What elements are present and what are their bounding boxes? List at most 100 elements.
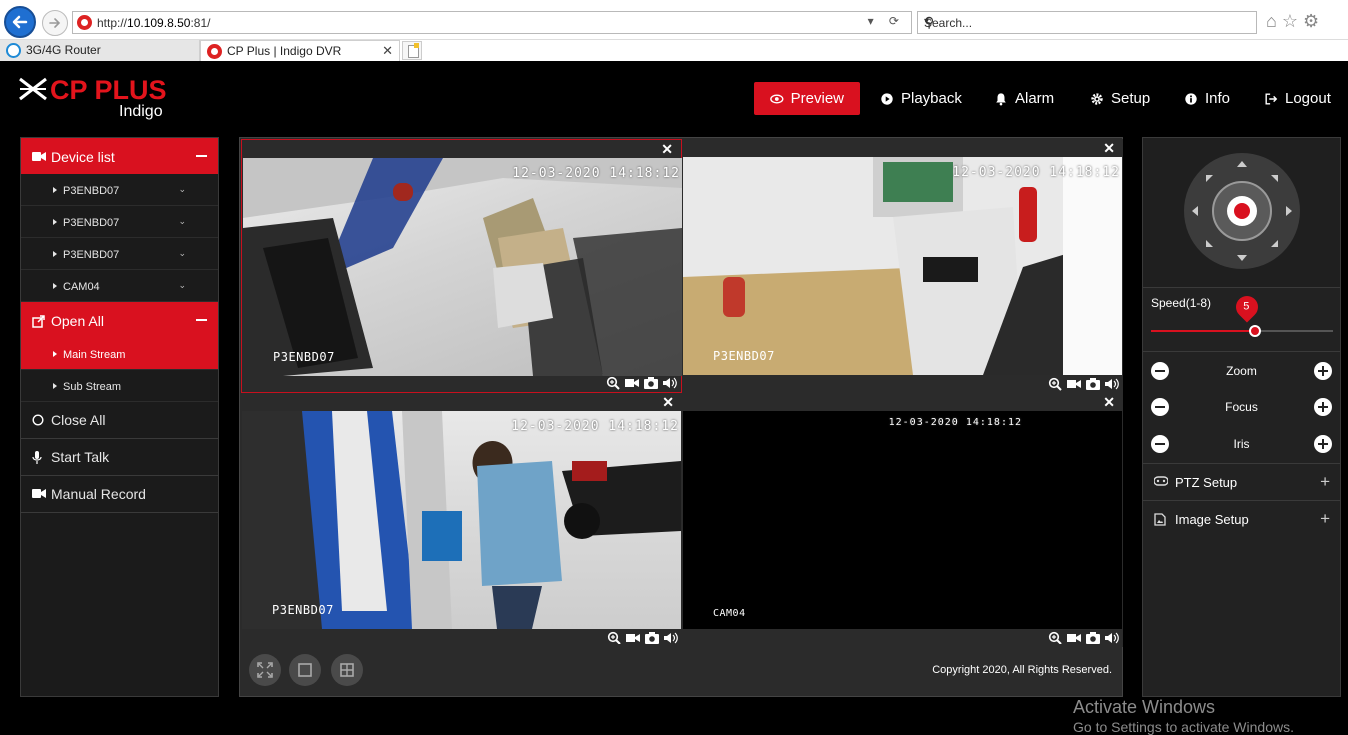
ptz-center-button[interactable] [1227,196,1257,226]
favorites-star-icon[interactable]: ☆ [1282,11,1303,31]
home-icon[interactable]: ⌂ [1266,11,1282,31]
snapshot-camera-icon[interactable] [1086,377,1100,391]
start-talk-button[interactable]: Start Talk [21,439,218,476]
speed-slider[interactable] [1151,325,1333,337]
caret-right-icon [53,219,57,225]
close-video-icon[interactable]: ✕ [1103,394,1115,411]
speaker-icon[interactable] [1105,631,1119,645]
caret-right-icon [53,283,57,289]
record-icon[interactable] [1067,377,1081,391]
iris-open-button[interactable] [1314,435,1332,453]
speaker-icon[interactable] [664,631,678,645]
image-file-icon [1154,513,1166,526]
main-stream-item[interactable]: Main Stream [21,338,218,370]
expand-plus-icon[interactable]: + [1320,472,1330,492]
nav-info[interactable]: Info [1184,82,1230,115]
snapshot-camera-icon[interactable] [645,631,659,645]
device-item[interactable]: P3ENBD07 ⌄ [21,174,218,206]
expand-plus-icon[interactable]: + [1320,509,1330,529]
search-box[interactable]: Search... ⚲ ▾ [917,11,1257,34]
camera-feed[interactable]: 12-03-2020 14:18:12 P3ENBD07 [242,411,681,629]
video-cell[interactable]: ✕ 12-03-2020 14:18:12 CAM04 [682,393,1123,647]
bell-icon [996,92,1006,105]
browser-toolbar: http://10.109.8.50:81/ ▾ ⟳ Search... ⚲ ▾… [0,0,1348,40]
snapshot-camera-icon[interactable] [644,376,658,390]
close-video-icon[interactable]: ✕ [661,141,673,158]
nav-logout[interactable]: Logout [1264,82,1331,115]
speaker-icon[interactable] [1105,377,1119,391]
speaker-icon[interactable] [663,376,677,390]
record-icon[interactable] [625,376,639,390]
cctv-scene-image [683,157,1122,375]
tab-label: CP Plus | Indigo DVR [227,44,342,58]
eye-icon [770,93,784,104]
open-all-header[interactable]: Open All [21,302,218,338]
image-setup-section[interactable]: Image Setup + [1143,500,1340,537]
record-icon[interactable] [1067,631,1081,645]
camera-feed[interactable]: 12-03-2020 14:18:12 P3ENBD07 [243,158,682,376]
fullscreen-button[interactable] [249,654,281,686]
settings-gear-icon[interactable]: ⚙ [1303,11,1324,31]
camera-timestamp: 12-03-2020 14:18:12 [511,419,679,434]
speed-control: Speed(1-8) 5 [1143,288,1340,352]
collapse-icon[interactable] [196,319,207,321]
address-url[interactable]: http://10.109.8.50:81/ [97,16,210,30]
chevron-down-icon[interactable]: ⌄ [178,216,186,227]
chevron-down-icon[interactable]: ⌄ [178,280,186,291]
nav-alarm[interactable]: Alarm [994,82,1054,115]
ptz-setup-section[interactable]: PTZ Setup + [1143,463,1340,500]
zoom-in-icon[interactable] [1048,631,1062,645]
focus-in-button[interactable] [1314,398,1332,416]
close-video-icon[interactable]: ✕ [1103,140,1115,157]
gear-icon [1091,92,1103,105]
collapse-icon[interactable] [196,155,207,157]
site-favicon-icon [77,15,92,30]
speed-slider-fill [1151,330,1255,332]
camera-name: P3ENBD07 [273,350,335,364]
camera-feed[interactable]: 12-03-2020 14:18:12 P3ENBD07 [683,157,1122,375]
device-list-header[interactable]: Device list [21,138,218,174]
cctv-scene-image [243,158,682,376]
ptz-direction-pad[interactable] [1184,153,1300,269]
snapshot-camera-icon[interactable] [1086,631,1100,645]
device-item[interactable]: P3ENBD07 ⌄ [21,206,218,238]
copyright-text: Copyright 2020, All Rights Reserved. [932,664,1112,676]
zoom-in-icon[interactable] [1048,377,1062,391]
nav-playback[interactable]: Playback [880,82,962,115]
back-button[interactable] [4,6,36,38]
video-cell[interactable]: ✕ 12-03-2020 14:18:12 P3ENBD07 [241,393,682,647]
camera-feed[interactable]: 12-03-2020 14:18:12 CAM04 [683,411,1122,629]
logout-icon [1265,92,1278,105]
tab-router[interactable]: 3G/4G Router [0,40,200,61]
manual-record-button[interactable]: Manual Record [21,476,218,513]
video-cell[interactable]: ✕ 12-03-2020 14:18:12 P3ENBD07 [682,139,1123,393]
zoom-in-icon[interactable] [607,631,621,645]
close-all-button[interactable]: Close All [21,402,218,439]
new-tab-button[interactable] [402,41,422,60]
device-item[interactable]: P3ENBD07 ⌄ [21,238,218,270]
tab-dvr[interactable]: CP Plus | Indigo DVR ✕ [200,40,400,61]
quad-view-button[interactable] [331,654,363,686]
zoom-in-icon[interactable] [606,376,620,390]
tab-close-icon[interactable]: ✕ [382,43,393,59]
nav-setup[interactable]: Setup [1090,82,1150,115]
video-cell[interactable]: ✕ 12-03-2020 14:18:12 P3ENBD07 [241,139,682,393]
refresh-icon[interactable]: ▾ ⟳ [868,14,905,28]
forward-button[interactable] [42,10,68,36]
nav-preview[interactable]: Preview [754,82,860,115]
zoom-control: Zoom [1143,353,1340,389]
sub-stream-item[interactable]: Sub Stream [21,370,218,402]
grid-four-icon [340,663,354,677]
single-view-button[interactable] [289,654,321,686]
chevron-down-icon[interactable]: ⌄ [178,248,186,259]
device-item[interactable]: CAM04 ⌄ [21,270,218,302]
zoom-in-button[interactable] [1314,362,1332,380]
chevron-down-icon[interactable]: ⌄ [178,184,186,195]
record-icon[interactable] [626,631,640,645]
left-panel: Device list P3ENBD07 ⌄ P3ENBD07 ⌄ P3ENBD… [20,137,219,697]
ie-favicon-icon [6,43,21,58]
search-dropdown-icon[interactable]: ▾ [924,16,1248,27]
address-bar[interactable]: http://10.109.8.50:81/ ▾ ⟳ [72,11,912,34]
close-video-icon[interactable]: ✕ [662,394,674,411]
speed-slider-handle[interactable] [1249,325,1261,337]
